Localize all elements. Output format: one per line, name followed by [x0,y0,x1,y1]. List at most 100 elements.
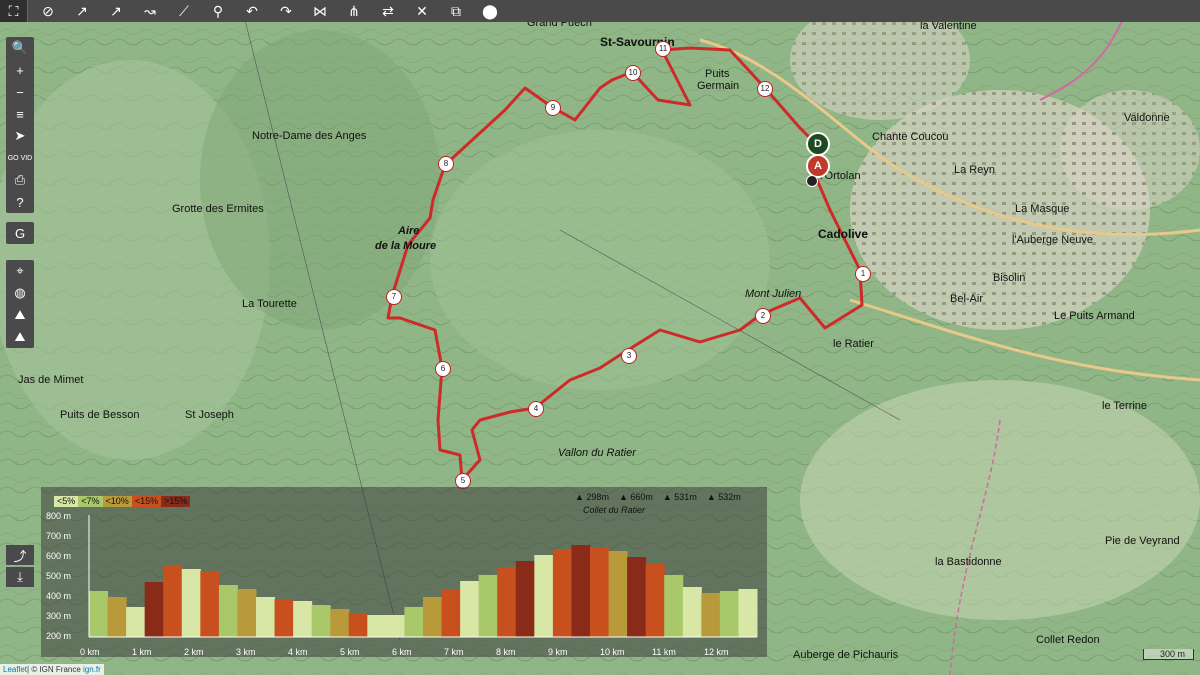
sidebar-group-main: 🔍 + − ≡ ➤ GO VID ⎙? [6,37,34,213]
crop-button[interactable]: ⧉ [442,0,470,22]
delete-point-button[interactable]: ✕ [408,0,436,22]
profile-slope-segment [200,571,220,637]
undo-button[interactable]: ↶ [238,0,266,22]
profile-slope-segment [348,613,368,637]
profile-slope-segment [293,601,313,637]
profile-slope-segment [608,551,628,637]
x-tick-label: 4 km [288,647,308,657]
map-label: Puits [705,68,730,80]
reverse-button[interactable]: ⇄ [374,0,402,22]
profile-slope-segment [664,575,684,637]
redo-button[interactable]: ↷ [272,0,300,22]
map-label: Grotte des Ermites [172,203,264,215]
map-scale: 300 m [1142,649,1194,660]
y-tick-label: 700 m [46,531,72,541]
download-button[interactable]: ⤓ [6,567,34,587]
go-vid-button[interactable]: GO VID [6,147,34,169]
waypoint-marker[interactable]: 11 [655,41,671,57]
waypoint-marker[interactable]: 6 [435,361,451,377]
draw-route-icon: ↗ [110,2,122,19]
print-button[interactable]: ⎙ [6,169,34,191]
profile-slope-segment [181,569,201,637]
profile-slope-segment [107,597,127,637]
profile-slope-segment [330,609,350,637]
map-label: Pie de Veyrand [1105,535,1180,547]
map-label: Aire [398,225,420,237]
map-label: Bisolin [993,272,1026,284]
search-icon: 🔍 [11,40,29,55]
leaflet-link[interactable]: Leaflet [3,665,27,674]
visibility-off-button[interactable]: ⊘ [34,0,62,22]
y-tick-label: 400 m [46,591,72,601]
layers-button[interactable]: ≡ [6,103,34,125]
y-tick-label: 200 m [46,631,72,641]
elevation-chart[interactable] [41,487,767,657]
waypoint-marker[interactable]: 10 [625,65,641,81]
map-label: Germain [697,80,740,92]
profile-slope-segment [237,589,257,637]
position-marker[interactable] [806,175,818,187]
bike-button[interactable]: ⚲ [204,0,232,22]
x-tick-label: 8 km [496,647,516,657]
merge-button[interactable]: ⋈ [306,0,334,22]
waypoint-marker[interactable]: 12 [757,81,773,97]
ign-link[interactable]: ign.fr [83,665,101,674]
zoom-in-button[interactable]: + [6,59,34,81]
go-vid-icon: GO VID [7,154,33,162]
g-logo-button[interactable]: G [6,222,34,244]
zoom-out-button[interactable]: − [6,81,34,103]
crosshair-button[interactable]: ⌖ [6,260,34,282]
draw-route-button[interactable]: ↗ [102,0,130,22]
x-tick-label: 12 km [704,647,729,657]
globe-icon: ◍ [14,285,26,300]
map-label: Jas de Mimet [18,374,84,386]
route-walk-button[interactable]: ↝ [136,0,164,22]
waypoint-marker[interactable]: 3 [621,348,637,364]
help-button[interactable]: ? [6,191,34,213]
x-tick-label: 7 km [444,647,464,657]
waypoint-marker[interactable]: 4 [528,401,544,417]
fullscreen-button[interactable]: ⛶ [0,0,28,22]
terrain-alt-button[interactable]: ⛰ [6,326,34,348]
waypoint-marker[interactable]: 9 [545,100,561,116]
profile-slope-segment [89,591,109,637]
profile-slope-segment [144,582,164,637]
map-label: Mont Julien [745,288,802,300]
profile-slope-segment [627,557,647,637]
profile-slope-segment [367,615,387,637]
profile-slope-segment [719,591,739,637]
map-label: Chante Coucou [872,131,949,143]
x-tick-label: 3 km [236,647,256,657]
profile-slope-segment [404,607,424,637]
route-node-button[interactable]: ⟋ [170,0,198,22]
waypoint-marker[interactable]: 7 [386,289,402,305]
waypoint-marker[interactable]: 1 [855,266,871,282]
profile-slope-segment [497,567,517,637]
map-label: Vallon du Ratier [558,447,636,459]
end-marker[interactable]: D [806,132,830,156]
terrain-button[interactable]: ⛰ [6,304,34,326]
crosshair-icon: ⌖ [16,263,24,278]
reverse-icon: ⇄ [382,2,394,19]
map-label: Notre-Dame des Anges [252,130,367,142]
x-tick-label: 6 km [392,647,412,657]
draw-line-button[interactable]: ↗ [68,0,96,22]
map-label: le Ratier [833,338,874,350]
waypoint-marker[interactable]: 8 [438,156,454,172]
zoom-out-icon: − [16,84,24,100]
profile-slope-segment [682,587,702,637]
undo-icon: ↶ [246,2,258,19]
sidebar-group-g: G [6,222,34,244]
locate-arrow-button[interactable]: ➤ [6,125,34,147]
marker-button[interactable]: ⬤ [476,0,504,22]
map-label: la Bastidonne [935,556,1002,568]
waypoint-marker[interactable]: 2 [755,308,771,324]
globe-button[interactable]: ◍ [6,282,34,304]
map-label: Puits de Besson [60,409,140,421]
terrain-icon: ⛰ [14,307,26,322]
profile-slope-segment [218,585,238,637]
map-label: Valdonne [1124,112,1170,124]
split-button[interactable]: ⋔ [340,0,368,22]
search-button[interactable]: 🔍 [6,37,34,59]
elevation-profile-button[interactable]: ⤴ [6,545,34,565]
